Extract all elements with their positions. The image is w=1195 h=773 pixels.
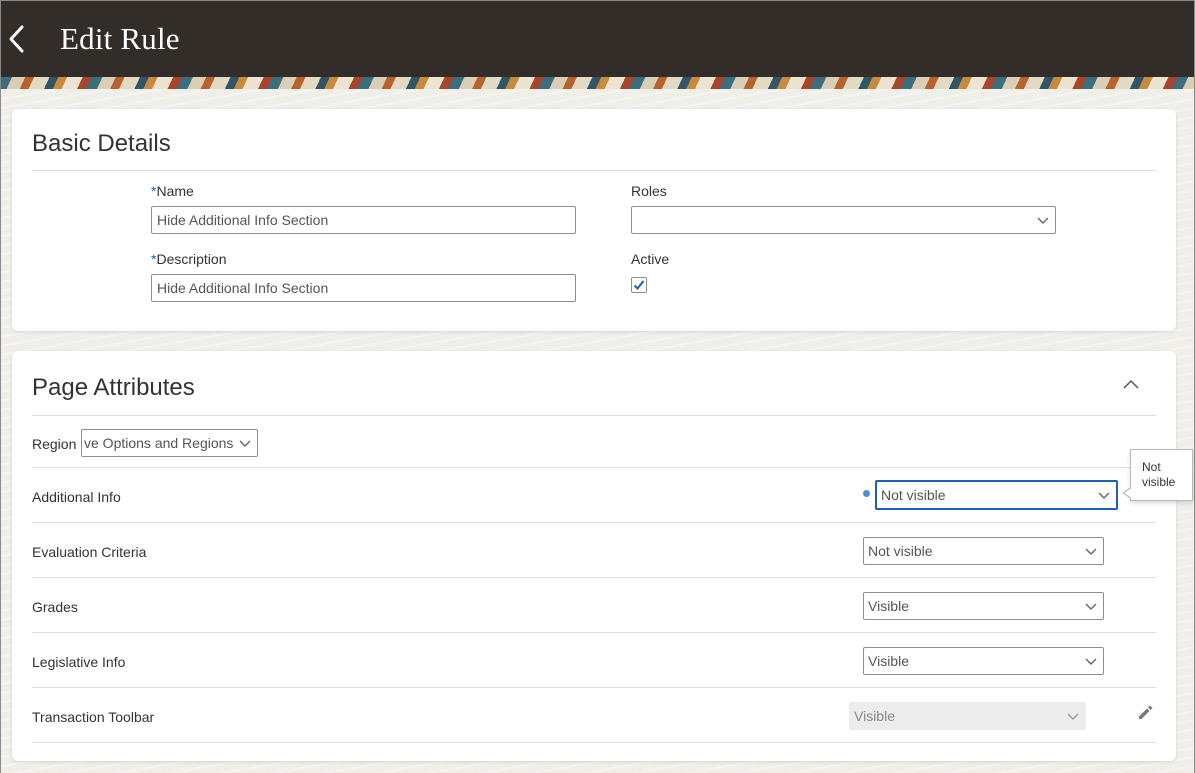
page-title: Edit Rule bbox=[60, 21, 180, 56]
basic-details-card: Basic Details *Name *Description Roles A… bbox=[12, 109, 1176, 331]
legislative-info-label: Legislative Info bbox=[32, 654, 126, 670]
edit-button[interactable] bbox=[1136, 703, 1154, 721]
row-divider bbox=[32, 632, 1156, 633]
evaluation-criteria-value: Not visible bbox=[868, 543, 933, 559]
name-label-text: Name bbox=[156, 183, 194, 199]
changed-indicator-dot bbox=[863, 490, 870, 497]
active-label: Active bbox=[631, 251, 670, 267]
section-divider bbox=[32, 415, 1156, 416]
checkmark-icon bbox=[633, 280, 645, 290]
chevron-down-icon bbox=[239, 440, 251, 447]
active-checkbox[interactable] bbox=[631, 277, 647, 293]
pencil-icon bbox=[1139, 705, 1153, 719]
description-label-text: Description bbox=[156, 251, 227, 267]
transaction-toolbar-label: Transaction Toolbar bbox=[32, 709, 155, 725]
name-label: *Name bbox=[151, 183, 194, 199]
description-input[interactable] bbox=[151, 274, 576, 302]
chevron-left-icon bbox=[9, 25, 24, 53]
chevron-down-icon bbox=[1037, 217, 1049, 224]
decorative-banner bbox=[1, 77, 1194, 89]
region-label: Region bbox=[32, 436, 77, 452]
tooltip-line: Not bbox=[1142, 460, 1161, 474]
page-attributes-title: Page Attributes bbox=[32, 374, 195, 401]
name-input[interactable] bbox=[151, 206, 576, 234]
roles-label: Roles bbox=[631, 183, 667, 199]
collapse-button[interactable] bbox=[1122, 377, 1140, 389]
additional-info-label: Additional Info bbox=[32, 489, 121, 505]
grades-value: Visible bbox=[868, 598, 909, 614]
grades-select[interactable]: Visible bbox=[863, 592, 1104, 620]
transaction-toolbar-value: Visible bbox=[854, 708, 895, 724]
additional-info-select[interactable]: Not visible bbox=[875, 480, 1118, 510]
row-divider bbox=[32, 467, 1156, 468]
row-divider bbox=[32, 742, 1156, 743]
row-divider bbox=[32, 687, 1156, 688]
chevron-up-icon bbox=[1123, 379, 1139, 389]
tooltip-line: visible bbox=[1142, 475, 1176, 489]
row-divider bbox=[32, 577, 1156, 578]
chevron-down-icon bbox=[1085, 603, 1097, 610]
chevron-down-icon bbox=[1085, 658, 1097, 665]
grades-label: Grades bbox=[32, 599, 78, 615]
evaluation-criteria-select[interactable]: Not visible bbox=[863, 537, 1104, 565]
description-label: *Description bbox=[151, 251, 226, 267]
roles-select[interactable] bbox=[631, 206, 1056, 234]
section-divider bbox=[32, 170, 1156, 171]
region-select[interactable]: ve Options and Regions bbox=[81, 429, 258, 457]
region-value: ve Options and Regions bbox=[84, 435, 234, 451]
back-button[interactable] bbox=[5, 21, 31, 57]
row-divider bbox=[32, 522, 1156, 523]
page-attributes-card: Page Attributes Region ve Options and Re… bbox=[12, 351, 1176, 761]
app-header: Edit Rule bbox=[1, 1, 1194, 77]
value-tooltip: Not visible bbox=[1122, 449, 1193, 501]
evaluation-criteria-label: Evaluation Criteria bbox=[32, 544, 147, 560]
chevron-down-icon bbox=[1085, 548, 1097, 555]
chevron-down-icon bbox=[1098, 492, 1110, 499]
transaction-toolbar-select: Visible bbox=[849, 702, 1086, 730]
basic-details-title: Basic Details bbox=[32, 130, 171, 157]
chevron-down-icon bbox=[1067, 713, 1079, 720]
legislative-info-select[interactable]: Visible bbox=[863, 647, 1104, 675]
additional-info-value: Not visible bbox=[881, 487, 946, 503]
legislative-info-value: Visible bbox=[868, 653, 909, 669]
